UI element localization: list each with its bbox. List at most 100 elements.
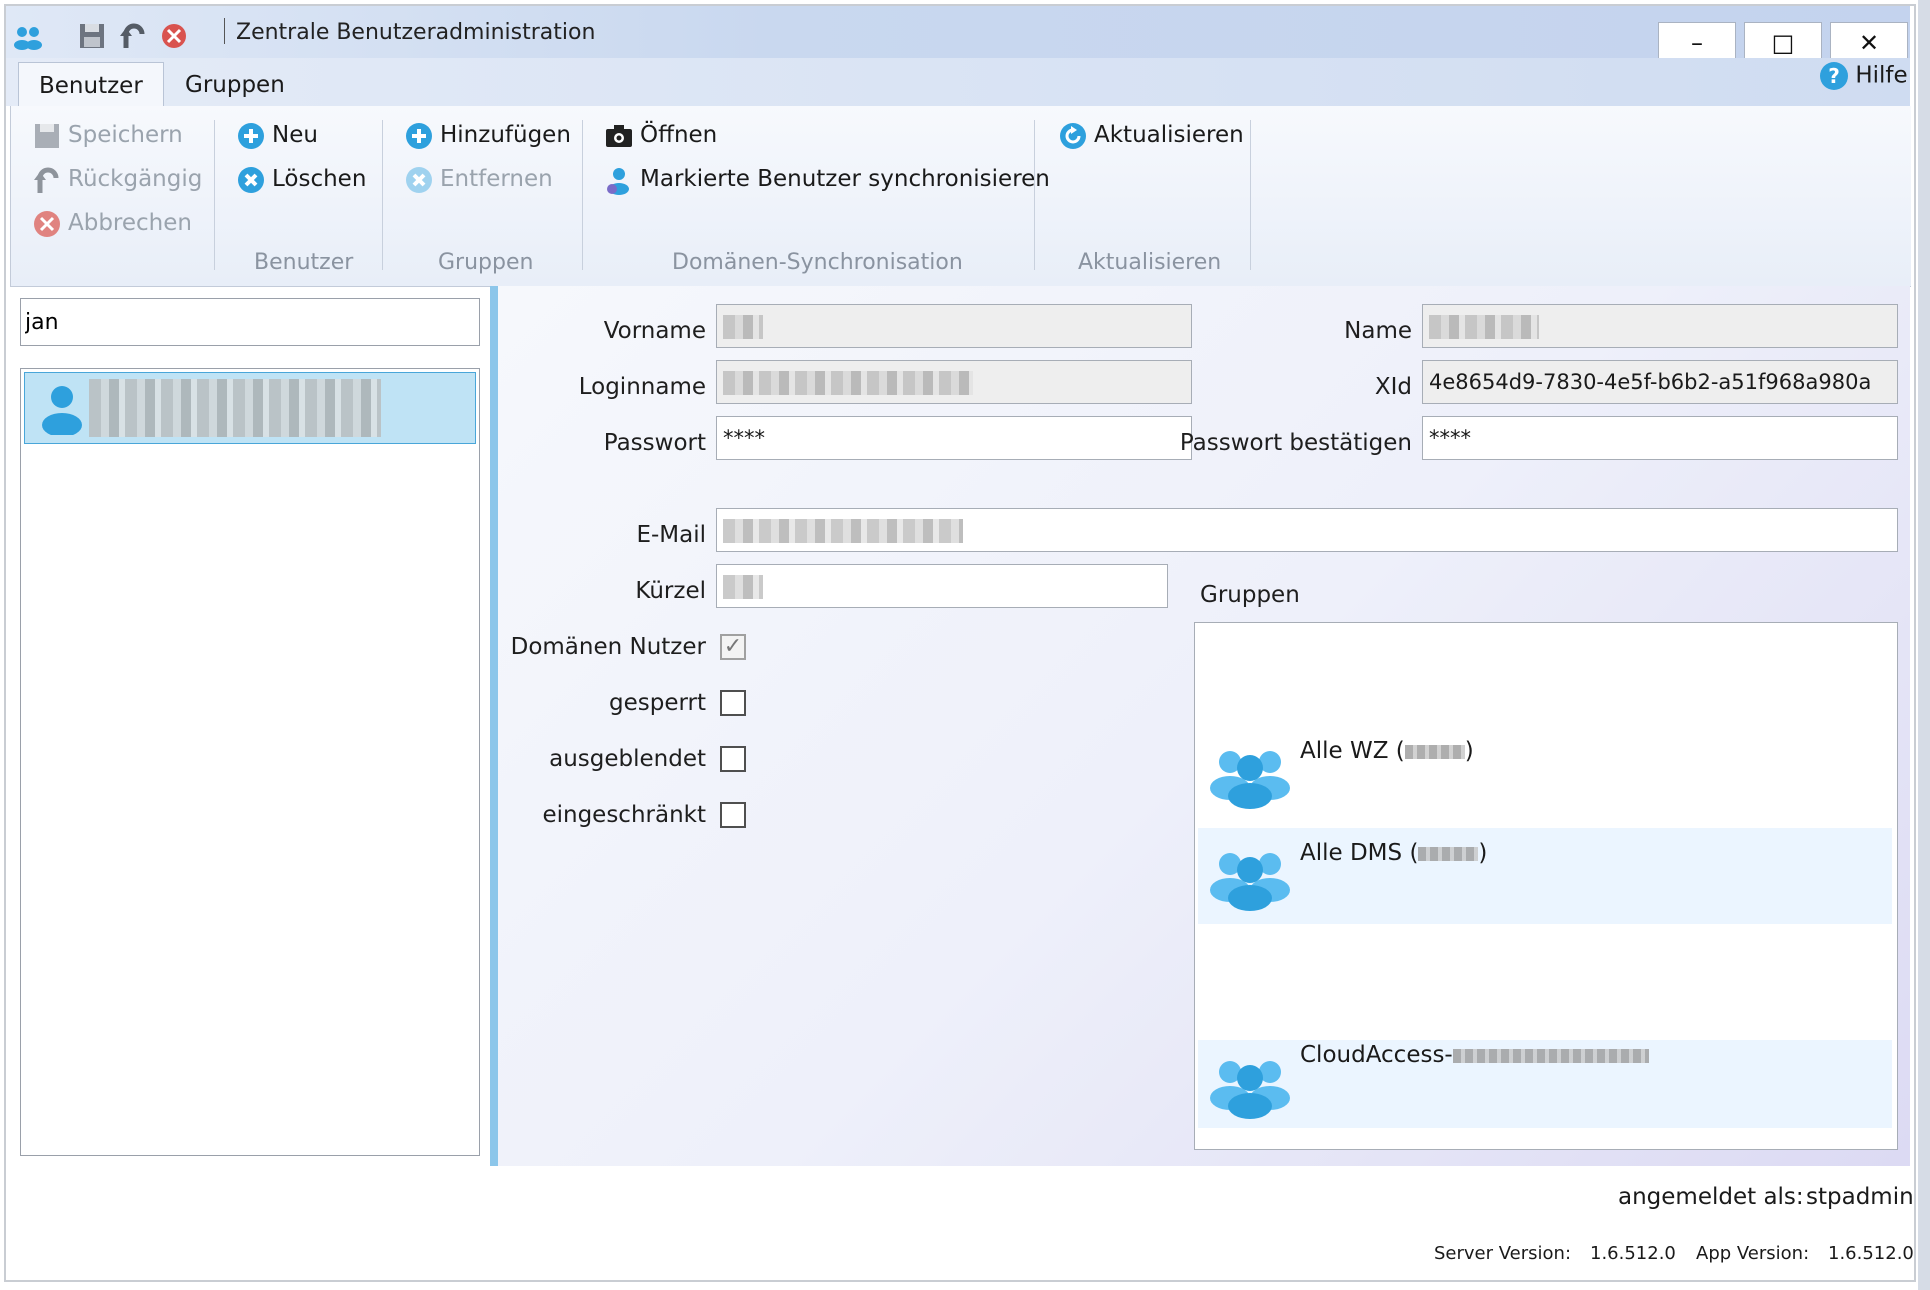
password-field[interactable]: **** (716, 416, 1192, 460)
passwort-confirm-label: Passwort bestätigen (1179, 430, 1412, 456)
password-confirm-field[interactable]: **** (1422, 416, 1898, 460)
vorname-field[interactable] (716, 304, 1192, 348)
ribbon-sync-users-label: Markierte Benutzer synchronisieren (640, 166, 1050, 192)
email-redacted (723, 519, 963, 543)
user-icon (42, 386, 82, 435)
group-redacted (1404, 744, 1465, 759)
groups-label: Gruppen (1200, 582, 1300, 608)
ribbon-cancel-label: Abbrechen (68, 210, 192, 236)
ribbon-undo-button[interactable]: Rückgängig (32, 162, 202, 196)
kuerzel-field[interactable] (716, 564, 1168, 608)
check-mark-icon: ✓ (723, 634, 743, 659)
group-redacted (1418, 846, 1479, 861)
camera-icon (606, 124, 632, 147)
undo-icon (34, 167, 59, 193)
ribbon-sync-users-button[interactable]: Markierte Benutzer synchronisieren (604, 162, 1050, 196)
app-version-value: 1.6.512.0 (1828, 1243, 1914, 1264)
logged-in-label: angemeldet als: (1618, 1184, 1804, 1210)
ribbon-open-label: Öffnen (640, 122, 718, 148)
ribbon-separator (582, 120, 583, 270)
loginname-label: Loginname (578, 374, 706, 400)
cancel-icon[interactable] (158, 22, 190, 50)
group-name-suffix: ) (1464, 738, 1474, 764)
help-button[interactable]: ? Hilfe (1820, 62, 1908, 90)
group-name-suffix: ) (1478, 840, 1488, 866)
splitter[interactable] (490, 286, 498, 1166)
vorname-label: Vorname (603, 318, 706, 344)
vorname-redacted (723, 315, 763, 339)
help-label: Hilfe (1855, 62, 1908, 89)
group-name: CloudAccess- (1300, 1042, 1453, 1068)
ribbon-open-button[interactable]: Öffnen (604, 118, 717, 152)
ribbon-refresh-label: Aktualisieren (1094, 122, 1244, 148)
ribbon-group-gruppen: Gruppen (438, 250, 534, 275)
user-sync-icon (607, 167, 629, 195)
plus-icon (406, 122, 432, 149)
domain-user-checkbox[interactable]: ✓ (720, 634, 746, 660)
plus-icon (238, 122, 264, 149)
refresh-icon (1060, 122, 1086, 149)
help-icon: ? (1820, 62, 1848, 90)
ausgeblendet-checkbox[interactable] (720, 746, 746, 772)
title-separator (224, 18, 225, 44)
title-bar: Zentrale Benutzeradministration – □ ✕ (6, 6, 1910, 64)
ribbon-cancel-button[interactable]: Abbrechen (32, 206, 192, 240)
cancel-icon (34, 210, 60, 237)
group-item-label: CloudAccess- (1300, 1042, 1649, 1068)
ribbon-save-label: Speichern (68, 122, 183, 148)
ribbon-remove-button[interactable]: Entfernen (404, 162, 553, 196)
gesperrt-label: gesperrt (608, 690, 706, 716)
background-window-strip (1918, 0, 1930, 1290)
user-list-item[interactable] (24, 372, 476, 444)
loginname-field[interactable] (716, 360, 1192, 404)
group-name: Alle WZ ( (1300, 738, 1405, 764)
ribbon-delete-button[interactable]: Löschen (236, 162, 366, 196)
group-name: Alle DMS ( (1300, 840, 1419, 866)
email-field[interactable] (716, 508, 1898, 552)
domain-user-label: Domänen Nutzer (510, 634, 706, 660)
user-list[interactable] (20, 368, 480, 1156)
app-version-label: App Version: (1696, 1243, 1810, 1264)
kuerzel-redacted (723, 575, 763, 599)
ribbon-separator (1250, 120, 1251, 270)
app-users-icon (14, 27, 42, 50)
save-icon[interactable] (76, 22, 108, 50)
ribbon-refresh-button[interactable]: Aktualisieren (1058, 118, 1244, 152)
ribbon-add-label: Hinzufügen (440, 122, 571, 148)
eingeschraenkt-checkbox[interactable] (720, 802, 746, 828)
ribbon-save-button[interactable]: Speichern (32, 118, 183, 152)
email-label: E-Mail (636, 522, 706, 548)
ribbon-separator (214, 120, 215, 270)
undo-icon[interactable] (118, 22, 150, 50)
group-icon (1210, 853, 1290, 911)
ribbon-separator (1034, 120, 1035, 270)
ribbon-new-label: Neu (272, 122, 318, 148)
ribbon-group-domain-sync: Domänen-Synchronisation (672, 250, 963, 275)
server-version-label: Server Version: (1434, 1243, 1572, 1264)
eingeschraenkt-label: eingeschränkt (542, 802, 706, 828)
ribbon-delete-label: Löschen (272, 166, 367, 192)
group-redacted (1452, 1048, 1649, 1063)
delete-icon (238, 166, 264, 193)
ribbon-add-button[interactable]: Hinzufügen (404, 118, 571, 152)
user-name-redacted (89, 379, 381, 437)
xid-field[interactable]: 4e8654d9-7830-4e5f-b6b2-a51f968a980a (1422, 360, 1898, 404)
save-icon (35, 123, 59, 148)
name-field[interactable] (1422, 304, 1898, 348)
ribbon-separator (382, 120, 383, 270)
search-input[interactable] (20, 298, 480, 346)
group-item-label: Alle WZ () (1300, 738, 1474, 764)
ribbon-remove-label: Entfernen (440, 166, 553, 192)
ribbon-undo-label: Rückgängig (68, 166, 203, 192)
ausgeblendet-label: ausgeblendet (549, 746, 706, 772)
server-version-value: 1.6.512.0 (1590, 1243, 1676, 1264)
remove-icon (406, 166, 432, 193)
group-item-label: Alle DMS () (1300, 840, 1487, 866)
xid-label: XId (1374, 374, 1412, 400)
tab-gruppen[interactable]: Gruppen (165, 62, 305, 108)
gesperrt-checkbox[interactable] (720, 690, 746, 716)
ribbon-new-button[interactable]: Neu (236, 118, 318, 152)
kuerzel-label: Kürzel (635, 578, 706, 604)
logged-in-user: stpadmin (1806, 1184, 1914, 1210)
tab-benutzer[interactable]: Benutzer (18, 62, 164, 109)
